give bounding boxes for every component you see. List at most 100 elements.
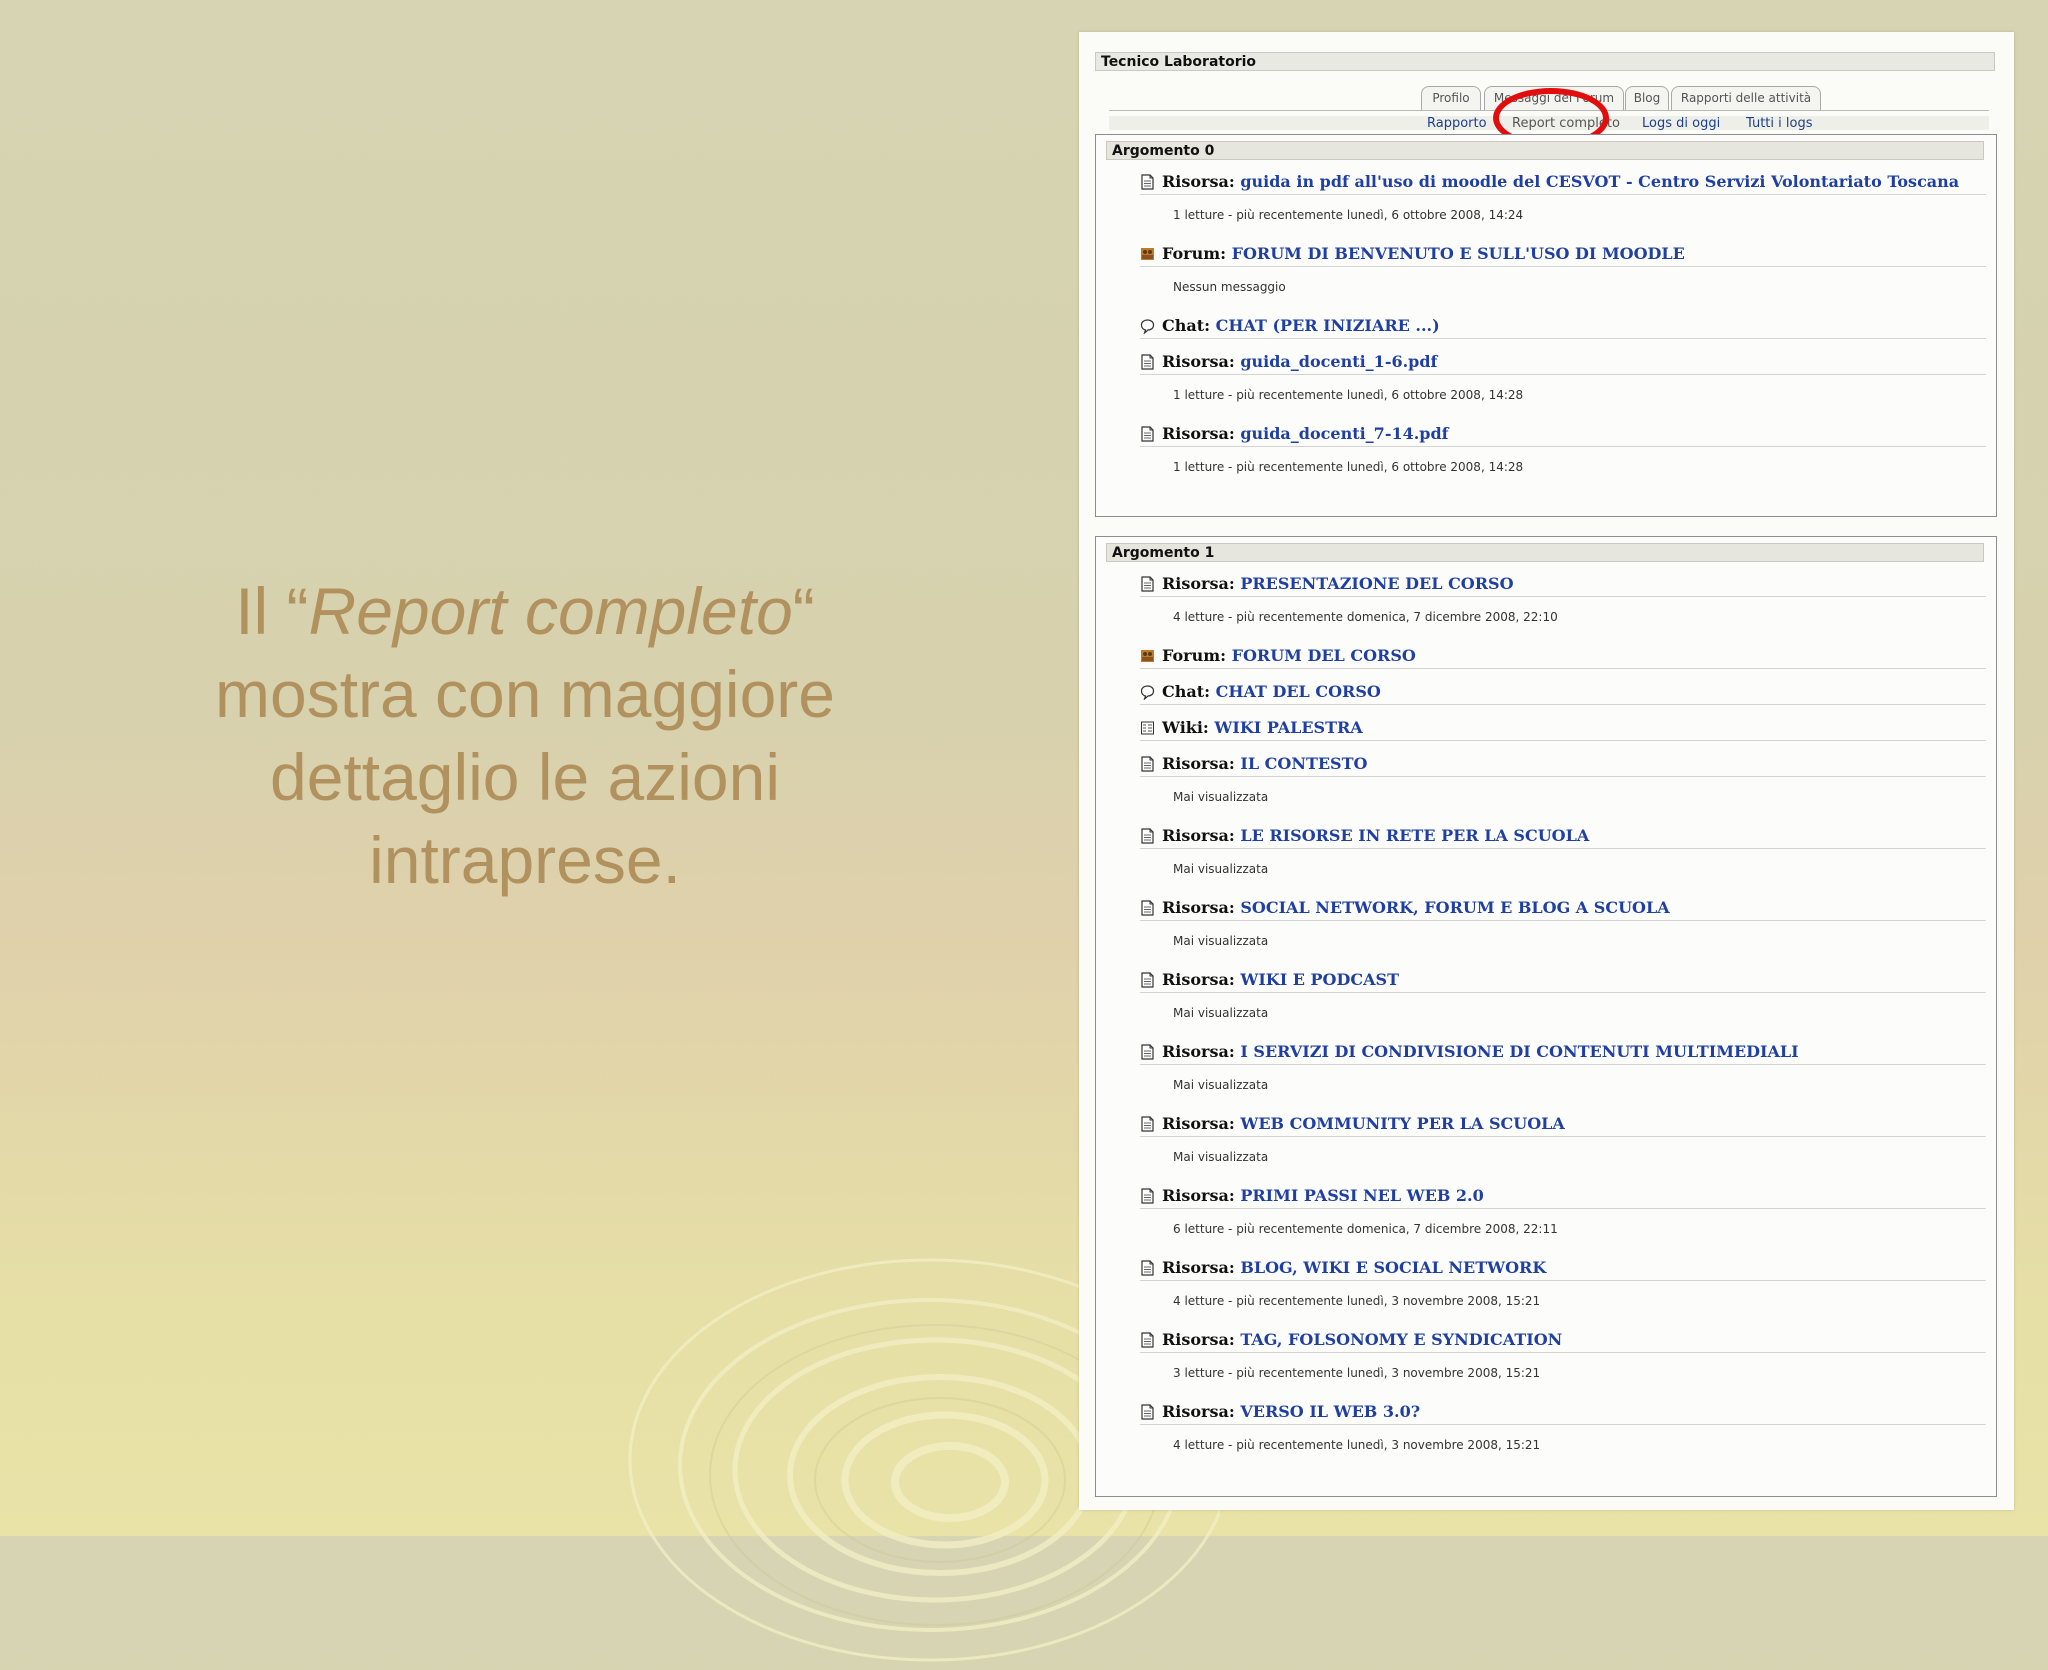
activity-row: Risorsa: WEB COMMUNITY PER LA SCUOLA	[1140, 1113, 1986, 1137]
resource-icon	[1140, 174, 1155, 190]
activity-row: Wiki: WIKI PALESTRA	[1140, 717, 1986, 741]
subtab-rapporto[interactable]: Rapporto	[1427, 114, 1487, 134]
row-divider	[1140, 1208, 1986, 1209]
resource-icon	[1140, 1404, 1155, 1420]
activity-type-label: Risorsa: PRESENTAZIONE DEL CORSO	[1162, 574, 1514, 593]
subtab-tutti-logs[interactable]: Tutti i logs	[1746, 114, 1812, 134]
activity-row: Risorsa: IL CONTESTO	[1140, 753, 1986, 777]
row-divider	[1140, 1064, 1986, 1065]
row-divider	[1140, 596, 1986, 597]
row-divider	[1140, 194, 1986, 195]
activity-type-label: Wiki: WIKI PALESTRA	[1162, 718, 1363, 737]
activity-link[interactable]: guida_docenti_1-6.pdf	[1240, 352, 1437, 371]
row-divider	[1140, 992, 1986, 993]
activity-type-label: Forum: FORUM DI BENVENUTO E SULL'USO DI …	[1162, 244, 1685, 263]
activity-link[interactable]: FORUM DEL CORSO	[1232, 646, 1416, 665]
row-divider	[1140, 848, 1986, 849]
resource-icon	[1140, 426, 1155, 442]
resource-icon	[1140, 828, 1155, 844]
activity-link[interactable]: WEB COMMUNITY PER LA SCUOLA	[1240, 1114, 1564, 1133]
activity-link[interactable]: WIKI E PODCAST	[1240, 970, 1399, 989]
section-argomento-0: Argomento 0 Risorsa: guida in pdf all'uso…	[1095, 134, 1997, 517]
activity-detail: Mai visualizzata	[1173, 1150, 1269, 1164]
activity-link[interactable]: PRIMI PASSI NEL WEB 2.0	[1240, 1186, 1483, 1205]
activity-type-label: Risorsa: guida_docenti_1-6.pdf	[1162, 352, 1438, 371]
activity-type-label: Risorsa: PRIMI PASSI NEL WEB 2.0	[1162, 1186, 1484, 1205]
activity-row: Risorsa: guida_docenti_7-14.pdf	[1140, 423, 1986, 447]
activity-type-label: Risorsa: I SERVIZI DI CONDIVISIONE DI CO…	[1162, 1042, 1799, 1061]
activity-detail: Mai visualizzata	[1173, 790, 1269, 804]
row-divider	[1140, 374, 1986, 375]
activity-link[interactable]: CHAT DEL CORSO	[1216, 682, 1381, 701]
activity-row: Risorsa: I SERVIZI DI CONDIVISIONE DI CO…	[1140, 1041, 1986, 1065]
activity-row: Risorsa: WIKI E PODCAST	[1140, 969, 1986, 993]
tab-profilo[interactable]: Profilo	[1421, 86, 1481, 110]
subtab-logs-oggi[interactable]: Logs di oggi	[1642, 114, 1720, 134]
activity-link[interactable]: IL CONTESTO	[1240, 754, 1367, 773]
activity-row: Risorsa: VERSO IL WEB 3.0?	[1140, 1401, 1986, 1425]
forum-icon	[1140, 246, 1155, 262]
activity-type-label: Chat: CHAT DEL CORSO	[1162, 682, 1381, 701]
activity-row: Risorsa: guida_docenti_1-6.pdf	[1140, 351, 1986, 375]
row-divider	[1140, 776, 1986, 777]
activity-row: Risorsa: PRIMI PASSI NEL WEB 2.0	[1140, 1185, 1986, 1209]
row-divider	[1140, 668, 1986, 669]
row-divider	[1140, 920, 1986, 921]
activity-detail: 3 letture - più recentemente lunedì, 3 n…	[1173, 1366, 1541, 1380]
activity-detail: Mai visualizzata	[1173, 1078, 1269, 1092]
section-title: Argomento 1	[1106, 543, 1984, 562]
activity-detail: 1 letture - più recentemente lunedì, 6 o…	[1173, 460, 1524, 474]
activity-type-label: Risorsa: WEB COMMUNITY PER LA SCUOLA	[1162, 1114, 1565, 1133]
row-divider	[1140, 266, 1986, 267]
activity-row: Risorsa: LE RISORSE IN RETE PER LA SCUOL…	[1140, 825, 1986, 849]
activity-link[interactable]: LE RISORSE IN RETE PER LA SCUOLA	[1240, 826, 1589, 845]
row-divider	[1140, 740, 1986, 741]
activity-link[interactable]: CHAT (PER INIZIARE ...)	[1216, 316, 1440, 335]
activity-detail: 6 letture - più recentemente domenica, 7…	[1173, 1222, 1558, 1236]
resource-icon	[1140, 576, 1155, 592]
chat-icon	[1140, 684, 1155, 701]
activity-row: Risorsa: SOCIAL NETWORK, FORUM E BLOG A …	[1140, 897, 1986, 921]
moodle-screenshot: Tecnico Laboratorio Profilo Messaggi del…	[1079, 32, 2014, 1510]
activity-type-label: Risorsa: SOCIAL NETWORK, FORUM E BLOG A …	[1162, 898, 1670, 917]
resource-icon	[1140, 1188, 1155, 1204]
activity-type-label: Risorsa: IL CONTESTO	[1162, 754, 1368, 773]
activity-link[interactable]: SOCIAL NETWORK, FORUM E BLOG A SCUOLA	[1240, 898, 1669, 917]
section-argomento-1: Argomento 1 Risorsa: PRESENTAZIONE DEL CO…	[1095, 536, 1997, 1497]
activity-type-label: Risorsa: guida in pdf all'uso di moodle …	[1162, 172, 1960, 191]
activity-detail: 4 letture - più recentemente lunedì, 3 n…	[1173, 1294, 1541, 1308]
activity-row: Chat: CHAT (PER INIZIARE ...)	[1140, 315, 1986, 339]
tab-rapporti-attivita[interactable]: Rapporti delle attività	[1671, 86, 1821, 110]
tab-blog[interactable]: Blog	[1625, 86, 1669, 110]
activity-row: Chat: CHAT DEL CORSO	[1140, 681, 1986, 705]
activity-row: Risorsa: PRESENTAZIONE DEL CORSO	[1140, 573, 1986, 597]
activity-type-label: Forum: FORUM DEL CORSO	[1162, 646, 1416, 665]
resource-icon	[1140, 900, 1155, 916]
activity-link[interactable]: WIKI PALESTRA	[1214, 718, 1362, 737]
activity-link[interactable]: guida_docenti_7-14.pdf	[1240, 424, 1448, 443]
chat-icon	[1140, 318, 1155, 335]
activity-link[interactable]: VERSO IL WEB 3.0?	[1240, 1402, 1420, 1421]
activity-link[interactable]: guida in pdf all'uso di moodle del CESVO…	[1240, 172, 1959, 191]
resource-icon	[1140, 972, 1155, 988]
row-divider	[1140, 446, 1986, 447]
forum-icon	[1140, 648, 1155, 664]
row-divider	[1140, 1136, 1986, 1137]
activity-type-label: Risorsa: TAG, FOLSONOMY E SYNDICATION	[1162, 1330, 1563, 1349]
activity-link[interactable]: BLOG, WIKI E SOCIAL NETWORK	[1240, 1258, 1546, 1277]
activity-link[interactable]: I SERVIZI DI CONDIVISIONE DI CONTENUTI M…	[1240, 1042, 1798, 1061]
activity-link[interactable]: FORUM DI BENVENUTO E SULL'USO DI MOODLE	[1232, 244, 1685, 263]
resource-icon	[1140, 1044, 1155, 1060]
activity-detail: 4 letture - più recentemente domenica, 7…	[1173, 610, 1558, 624]
activity-row: Forum: FORUM DI BENVENUTO E SULL'USO DI …	[1140, 243, 1986, 267]
row-divider	[1140, 1352, 1986, 1353]
activity-type-label: Risorsa: LE RISORSE IN RETE PER LA SCUOL…	[1162, 826, 1590, 845]
activity-detail: Nessun messaggio	[1173, 280, 1286, 294]
activity-row: Forum: FORUM DEL CORSO	[1140, 645, 1986, 669]
activity-detail: 1 letture - più recentemente lunedì, 6 o…	[1173, 388, 1524, 402]
course-title: Tecnico Laboratorio	[1101, 54, 1257, 70]
activity-link[interactable]: PRESENTAZIONE DEL CORSO	[1240, 574, 1513, 593]
course-title-bar: Tecnico Laboratorio	[1095, 52, 1995, 71]
resource-icon	[1140, 1332, 1155, 1348]
activity-link[interactable]: TAG, FOLSONOMY E SYNDICATION	[1240, 1330, 1562, 1349]
